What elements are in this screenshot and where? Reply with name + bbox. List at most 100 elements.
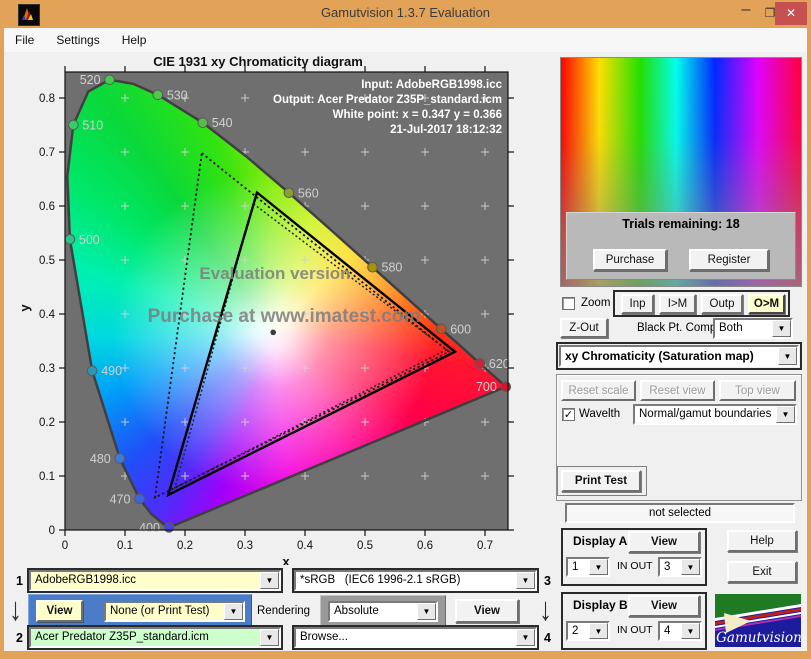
exit-button[interactable]: Exit: [727, 561, 797, 583]
trials-remaining-label: Trials remaining: 18: [622, 217, 740, 231]
slot3-profile-value: *sRGB (IEC6 1996-2.1 sRGB): [300, 574, 461, 586]
o-to-m-button[interactable]: O>M: [748, 294, 785, 314]
app-window: Gamutvision 1.3.7 Evaluation – ❐ ✕ File …: [0, 0, 811, 659]
reset-view-button[interactable]: Reset view: [640, 380, 715, 401]
output-profile-select[interactable]: Acer Predator Z35P_standard.icm ▼: [29, 627, 281, 648]
zoom-checkbox-label: Zoom: [581, 297, 611, 309]
input-profile-select[interactable]: AdobeRGB1998.icc ▼: [29, 570, 281, 591]
rendering-label: Rendering: [257, 605, 311, 617]
chevron-down-icon[interactable]: ▼: [260, 629, 279, 646]
chevron-down-icon[interactable]: ▼: [224, 603, 243, 620]
display-a-out-value: 3: [664, 561, 671, 573]
display-a-view-button[interactable]: View: [628, 531, 700, 553]
x-tick-label: 0.6: [417, 540, 433, 552]
input-profile-value: AdobeRGB1998.icc: [31, 572, 260, 589]
display-b-title: Display B: [573, 598, 628, 612]
y-tick-label: 0: [49, 525, 55, 537]
wavelth-checkbox-label: Wavelth: [579, 408, 621, 420]
reset-scale-button[interactable]: Reset scale: [561, 380, 636, 401]
register-button[interactable]: Register: [689, 249, 769, 271]
browse-select[interactable]: Browse... ▼: [294, 627, 537, 648]
menu-help[interactable]: Help: [111, 33, 158, 47]
menu-settings[interactable]: Settings: [45, 33, 110, 47]
chromaticity-plot-area[interactable]: [65, 72, 508, 530]
chevron-down-icon[interactable]: ▼: [589, 559, 608, 575]
display-b-inout-label: IN OUT: [617, 624, 653, 636]
window-title: Gamutvision 1.3.7 Evaluation: [320, 5, 491, 20]
y-axis-label: y: [17, 304, 32, 312]
x-tick-label: 0: [62, 540, 68, 552]
chevron-down-icon[interactable]: ▼: [516, 629, 535, 646]
black-pt-comp-select[interactable]: Both ▼: [713, 318, 793, 339]
y-tick-label: 0.1: [39, 471, 55, 483]
down-arrow-right-icon: ↓: [539, 590, 552, 628]
x-tick-label: 0.5: [357, 540, 373, 552]
i-to-m-button[interactable]: I>M: [659, 294, 696, 314]
display-a-in-select[interactable]: 1 ▼: [566, 557, 610, 577]
zoom-checkbox[interactable]: [562, 297, 575, 310]
display-b-in-select[interactable]: 2 ▼: [566, 621, 610, 641]
slot3-profile-select[interactable]: *sRGB (IEC6 1996-2.1 sRGB) ▼: [294, 570, 537, 591]
display-a-inout-label: IN OUT: [617, 560, 653, 572]
inp-button[interactable]: Inp: [621, 294, 654, 314]
z-out-button[interactable]: Z-Out: [560, 318, 608, 338]
x-tick-label: 0.7: [477, 540, 493, 552]
slot1-number: 1: [16, 574, 23, 588]
chevron-down-icon[interactable]: ▼: [776, 406, 795, 423]
map-select[interactable]: xy Chromaticity (Saturation map) ▼: [559, 345, 799, 367]
minimize-button[interactable]: –: [734, 1, 758, 19]
status-field: not selected: [565, 503, 795, 523]
x-tick-label: 0.4: [297, 540, 314, 552]
print-test-select[interactable]: None (or Print Test) ▼: [104, 601, 245, 622]
output-profile-value: Acer Predator Z35P_standard.icm: [31, 629, 260, 646]
chevron-down-icon[interactable]: ▼: [778, 347, 797, 365]
title-bar: Gamutvision 1.3.7 Evaluation – ❐ ✕: [0, 0, 811, 28]
chevron-down-icon[interactable]: ▼: [681, 623, 700, 639]
y-tick-label: 0.2: [39, 417, 55, 429]
wavelth-checkbox[interactable]: ✓: [562, 408, 575, 421]
x-tick-label: 0.2: [177, 540, 193, 552]
x-tick-label: 0.1: [117, 540, 133, 552]
chevron-down-icon[interactable]: ▼: [772, 320, 791, 337]
chevron-down-icon[interactable]: ▼: [417, 603, 436, 620]
slot3-number: 3: [544, 574, 551, 588]
close-button[interactable]: ✕: [775, 2, 807, 25]
chart-title: CIE 1931 xy Chromaticity diagram: [153, 54, 363, 69]
chevron-down-icon[interactable]: ▼: [589, 623, 608, 639]
gamutvision-logo: Gamutvision: [715, 594, 802, 647]
trials-panel: Trials remaining: 18 Purchase Register: [566, 212, 796, 280]
slot2-number: 2: [16, 631, 23, 645]
x-axis-label: x: [282, 554, 290, 565]
chromaticity-horseshoe-fill: [65, 72, 508, 530]
boundaries-select[interactable]: Normal/gamut boundaries ▼: [633, 404, 797, 425]
chevron-down-icon[interactable]: ▼: [260, 572, 279, 589]
print-test-button[interactable]: Print Test: [561, 470, 641, 492]
view-output-button[interactable]: View: [455, 599, 519, 623]
rendering-intent-select[interactable]: Absolute ▼: [328, 601, 438, 622]
y-tick-label: 0.7: [39, 147, 55, 159]
top-view-button[interactable]: Top view: [719, 380, 796, 401]
y-tick-label: 0.3: [39, 363, 55, 375]
help-button[interactable]: Help: [727, 530, 797, 552]
down-arrow-left-icon: ↓: [9, 590, 22, 628]
chevron-down-icon[interactable]: ▼: [516, 572, 535, 589]
display-b-out-value: 4: [664, 625, 671, 637]
map-select-value: xy Chromaticity (Saturation map): [565, 349, 754, 363]
outp-button[interactable]: Outp: [701, 294, 743, 314]
black-pt-comp-value: Both: [719, 322, 743, 334]
display-b-view-button[interactable]: View: [628, 595, 700, 617]
chevron-down-icon[interactable]: ▼: [681, 559, 700, 575]
gamutvision-logo-text: Gamutvision: [716, 630, 801, 646]
x-tick-label: 0.3: [237, 540, 253, 552]
view-input-button[interactable]: View: [36, 600, 83, 622]
display-a-out-select[interactable]: 3 ▼: [658, 557, 702, 577]
rendering-intent-value: Absolute: [334, 605, 379, 617]
print-test-select-value: None (or Print Test): [106, 603, 224, 620]
purchase-button[interactable]: Purchase: [593, 249, 667, 271]
black-pt-comp-label: Black Pt. Comp.: [637, 322, 720, 334]
menu-file[interactable]: File: [4, 33, 45, 47]
y-tick-label: 0.5: [39, 255, 55, 267]
slot4-number: 4: [544, 631, 551, 645]
y-tick-label: 0.6: [39, 201, 55, 213]
display-b-out-select[interactable]: 4 ▼: [658, 621, 702, 641]
